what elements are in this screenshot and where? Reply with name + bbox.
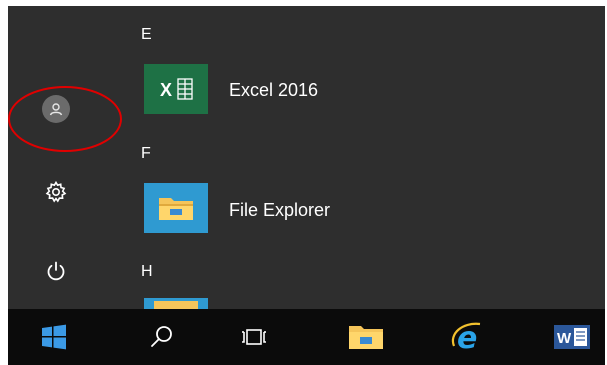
partial-folder-icon [154, 301, 198, 309]
internet-explorer-button[interactable]: e [440, 309, 496, 365]
partial-app-tile[interactable] [144, 298, 208, 309]
search-icon [151, 326, 172, 347]
start-menu: E X Excel 2016 F File Explorer H [8, 6, 605, 309]
task-view-icon [242, 329, 266, 345]
group-header-f[interactable]: F [141, 145, 151, 163]
account-button[interactable] [35, 89, 77, 129]
internet-explorer-icon: e [451, 321, 481, 354]
search-button[interactable] [134, 309, 190, 365]
file-explorer-taskbar-button[interactable] [338, 309, 394, 365]
folder-icon [349, 326, 383, 349]
windows-logo-icon [42, 324, 66, 350]
task-view-button[interactable] [226, 309, 282, 365]
gear-icon [45, 180, 67, 203]
user-avatar-icon [42, 95, 70, 123]
power-button[interactable] [35, 251, 77, 291]
taskbar: e W [8, 309, 605, 365]
settings-button[interactable] [35, 172, 77, 212]
svg-text:e: e [457, 321, 477, 354]
app-name-file-explorer[interactable]: File Explorer [229, 200, 330, 221]
word-button[interactable]: W [544, 309, 600, 365]
group-header-e[interactable]: E [141, 26, 152, 44]
app-name-excel[interactable]: Excel 2016 [229, 80, 318, 101]
word-icon: W [554, 325, 590, 349]
start-button[interactable] [26, 309, 82, 365]
file-explorer-tile[interactable] [144, 183, 208, 233]
excel-icon: X [160, 78, 193, 100]
word-glyph: W [557, 330, 572, 347]
screen: E X Excel 2016 F File Explorer H e W [0, 0, 607, 365]
power-icon [47, 261, 65, 281]
file-explorer-icon [159, 198, 193, 220]
excel-glyph: X [160, 80, 172, 100]
group-header-h[interactable]: H [141, 263, 153, 281]
start-left-rail [8, 6, 104, 309]
excel-tile[interactable]: X [144, 64, 208, 114]
